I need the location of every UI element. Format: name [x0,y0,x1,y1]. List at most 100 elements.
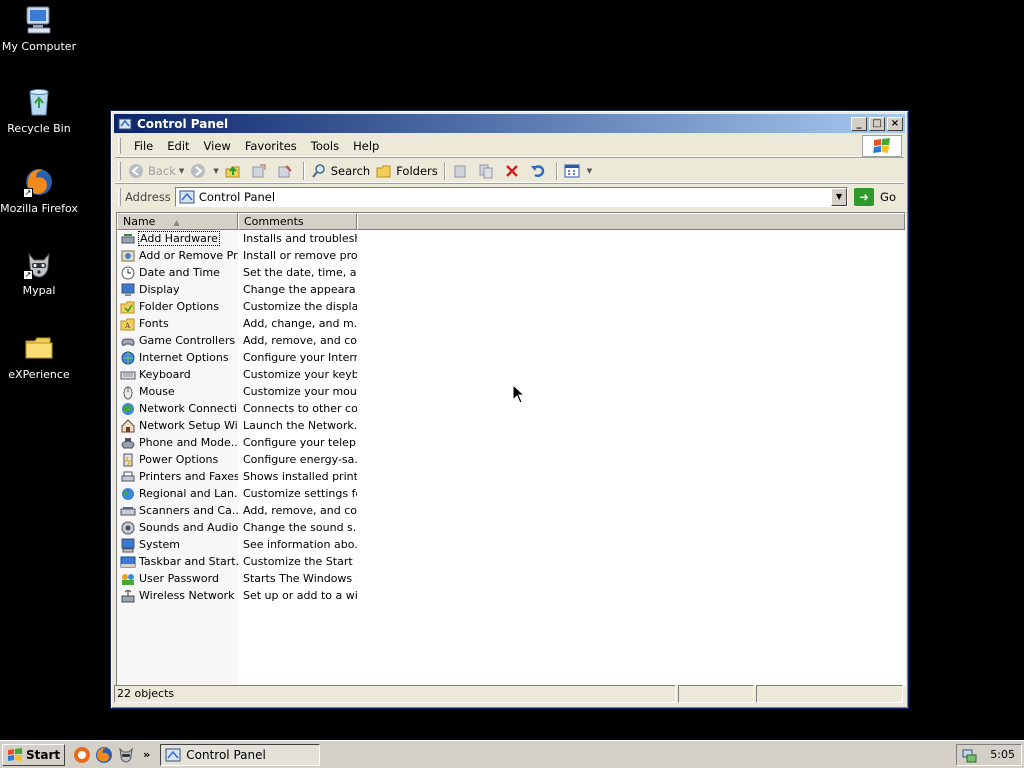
list-item-comment: Set up or add to a wi... [243,589,357,602]
menu-help[interactable]: Help [346,139,386,153]
start-button[interactable]: Start [2,743,66,766]
menu-file[interactable]: File [127,139,160,153]
search-button[interactable]: Search [308,161,374,181]
desktop-icon-recycle-bin[interactable]: Recycle Bin [0,86,78,135]
firefox-icon[interactable] [95,746,113,764]
column-header-name[interactable]: Name ▲ [117,213,238,230]
address-field[interactable]: Control Panel ▼ [174,187,849,207]
list-item-name-cell: Phone and Mode... [117,435,238,451]
taskbar-button-control-panel[interactable]: Control Panel [160,743,321,766]
move-to-button[interactable] [248,161,274,181]
list-item[interactable]: Folder Options Customize the displa... [117,298,905,315]
list-item[interactable]: Date and Time Set the date, time, a... [117,264,905,281]
list-item[interactable]: Power Options Configure energy-sa... [117,451,905,468]
menu-favorites[interactable]: Favorites [238,139,304,153]
list-item[interactable]: Sounds and Audio... Change the sound s... [117,519,905,536]
keyboard-icon [120,371,136,379]
address-dropdown-button[interactable]: ▼ [831,188,848,206]
menu-tools[interactable]: Tools [304,139,346,153]
mypal-icon[interactable] [117,746,135,764]
folder-options-icon [120,301,135,313]
desktop-icon-my-computer[interactable]: My Computer [0,4,78,53]
toolbar-grip[interactable] [118,161,121,180]
wireless-network-icon [121,589,135,602]
list-item[interactable]: Game Controllers Add, remove, and co... [117,332,905,349]
menu-edit[interactable]: Edit [160,139,196,153]
list-item[interactable]: Printers and Faxes Shows installed print.… [117,468,905,485]
back-button[interactable]: Back ▼ [125,161,187,181]
taskbar-button-label: Control Panel [186,747,266,762]
list-item-name: Fonts [139,317,169,330]
delete-button[interactable] [501,161,527,181]
list-item[interactable]: Add or Remove Pr... Install or remove pro… [117,247,905,264]
desktop-icon-mypal[interactable]: ↗ Mypal [0,248,78,297]
my-computer-icon [23,4,55,36]
list-item[interactable]: System See information abo... [117,536,905,553]
column-header-label: Name [123,215,156,228]
undo-button[interactable] [527,161,553,181]
list-item[interactable]: Wireless Network ... Set up or add to a w… [117,587,905,604]
firefox-icon: ↗ [23,166,55,198]
list-item-comment: Installs and troublesh... [243,232,357,245]
list-body: Add HardwareInstalls and troublesh...Add… [117,230,905,685]
desktop-icon-experience[interactable]: eXPerience [0,332,78,381]
list-item[interactable]: Display Change the appeara... [117,281,905,298]
list-item[interactable]: Network Connecti... Connects to other co.… [117,400,905,417]
list-item[interactable]: Regional and Lan... Customize settings fo… [117,485,905,502]
address-label: Address [125,190,171,204]
toolbar-separator [555,161,558,180]
list-item[interactable]: Add Hardware Installs and troublesh... [117,230,905,247]
list-item-name-cell: Printers and Faxes [117,469,238,485]
list-item-name-cell: Add Hardware [117,231,238,247]
move-button[interactable] [449,161,475,181]
chevron-down-icon: ▼ [586,166,593,175]
forward-button[interactable]: ▼ [187,161,221,181]
list-item-name: Folder Options [139,300,219,313]
network-setup-icon [121,418,135,432]
list-item[interactable]: A Fonts Add, change, and m... [117,315,905,332]
list-item[interactable]: Scanners and Ca... Add, remove, and co... [117,502,905,519]
list-item-name-cell: A Fonts [117,316,238,332]
folders-button[interactable]: Folders [373,161,441,181]
up-folder-button[interactable] [222,161,248,181]
list-item[interactable]: User Password Starts The Windows ... [117,570,905,587]
back-label: Back [148,163,176,178]
copy-to-button[interactable] [274,161,300,181]
desktop-icon-firefox[interactable]: ↗ Mozilla Firefox [0,166,78,215]
column-header-empty [357,213,905,230]
search-label: Search [330,163,371,178]
move-icon [454,165,466,177]
title-bar[interactable]: Control Panel _ □ × [114,114,905,133]
close-button[interactable]: × [887,116,903,131]
list-item-name-cell: Add or Remove Pr... [117,248,238,264]
list-item[interactable]: Network Setup Wi... Launch the Network... [117,417,905,434]
menu-view[interactable]: View [197,139,238,153]
mypal-browser-icon[interactable] [73,746,91,764]
column-header-comments[interactable]: Comments [238,213,357,230]
toolbar-grip[interactable] [118,188,121,206]
copy-button[interactable] [475,161,501,181]
list-item-comment: Customize your keyb... [243,368,357,381]
quick-launch-more-button[interactable]: » [143,748,150,761]
network-tray-icon[interactable] [961,747,977,763]
add-remove-programs-icon [121,250,135,261]
control-panel-list[interactable]: Name ▲ Comments Add Hardware Installs and … [116,212,906,686]
list-item[interactable]: Internet Options Configure your Intern... [117,349,905,366]
list-item[interactable]: Taskbar and Start... Customize the Start … [117,553,905,570]
maximize-button[interactable]: □ [869,116,885,131]
list-item-name: Sounds and Audio... [139,521,238,534]
list-item[interactable]: Phone and Mode... Configure your telep... [117,434,905,451]
list-item[interactable]: Mouse Customize your mous... [117,383,905,400]
minimize-button[interactable]: _ [851,116,867,131]
list-item-name: Keyboard [139,368,191,381]
views-button[interactable]: ▼ [561,161,595,181]
back-arrow-icon [129,163,143,178]
regional-language-icon [122,487,134,500]
list-item-comment: Customize your mous... [243,385,357,398]
shortcut-arrow-icon: ↗ [23,270,33,280]
go-button[interactable]: ➜ Go [854,188,904,206]
folders-icon [376,165,391,177]
list-item[interactable]: Keyboard Customize your keyb... [117,366,905,383]
toolbar-grip[interactable] [118,137,121,154]
clock[interactable]: 5:05 [990,748,1015,761]
